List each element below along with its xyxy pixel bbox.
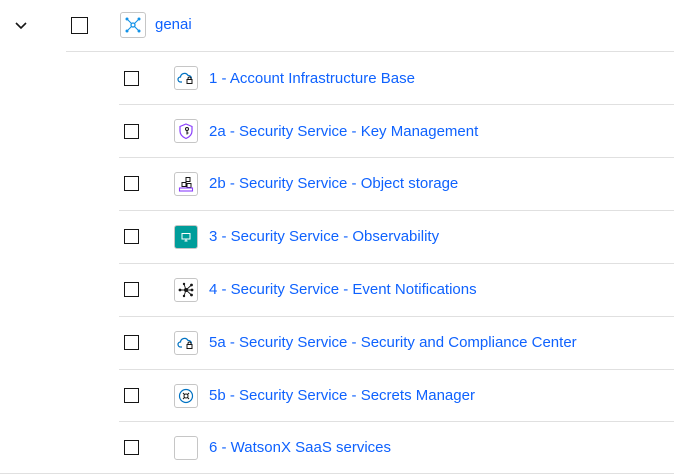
row-link[interactable]: 6 - WatsonX SaaS services	[209, 439, 391, 457]
row-divider	[66, 51, 674, 52]
row-divider	[119, 369, 674, 370]
row-divider	[119, 210, 674, 211]
row-link[interactable]: 5a - Security Service - Security and Com…	[209, 334, 577, 352]
secrets-manager-icon	[174, 384, 198, 408]
row-checkbox[interactable]	[124, 124, 139, 139]
row-checkbox[interactable]	[124, 71, 139, 86]
row-divider	[119, 263, 674, 264]
row-checkbox[interactable]	[124, 229, 139, 244]
deployable-architecture-icon	[120, 12, 146, 38]
row-divider	[119, 421, 674, 422]
row-link[interactable]: 5b - Security Service - Secrets Manager	[209, 387, 475, 405]
expand-collapse-toggle[interactable]	[10, 14, 32, 36]
cloud-lock-icon	[174, 66, 198, 90]
group-checkbox[interactable]	[71, 17, 88, 34]
row-checkbox[interactable]	[124, 388, 139, 403]
row-link[interactable]: 2a - Security Service - Key Management	[209, 123, 478, 141]
shield-key-icon	[174, 119, 198, 143]
bottom-divider	[0, 473, 674, 474]
row-checkbox[interactable]	[124, 335, 139, 350]
observability-icon	[174, 225, 198, 249]
row-link[interactable]: 4 - Security Service - Event Notificatio…	[209, 281, 477, 299]
row-checkbox[interactable]	[124, 176, 139, 191]
row-link[interactable]: 3 - Security Service - Observability	[209, 228, 439, 246]
object-storage-icon	[174, 172, 198, 196]
row-link[interactable]: 1 - Account Infrastructure Base	[209, 70, 415, 88]
row-divider	[119, 157, 674, 158]
row-link[interactable]: 2b - Security Service - Object storage	[209, 175, 458, 193]
row-checkbox[interactable]	[124, 282, 139, 297]
event-notifications-icon	[174, 278, 198, 302]
row-divider	[119, 316, 674, 317]
blank-icon	[174, 436, 198, 460]
row-divider	[119, 104, 674, 105]
chevron-down-icon	[15, 22, 27, 30]
group-name-link[interactable]: genai	[155, 16, 192, 34]
row-checkbox[interactable]	[124, 440, 139, 455]
cloud-lock-icon	[174, 331, 198, 355]
